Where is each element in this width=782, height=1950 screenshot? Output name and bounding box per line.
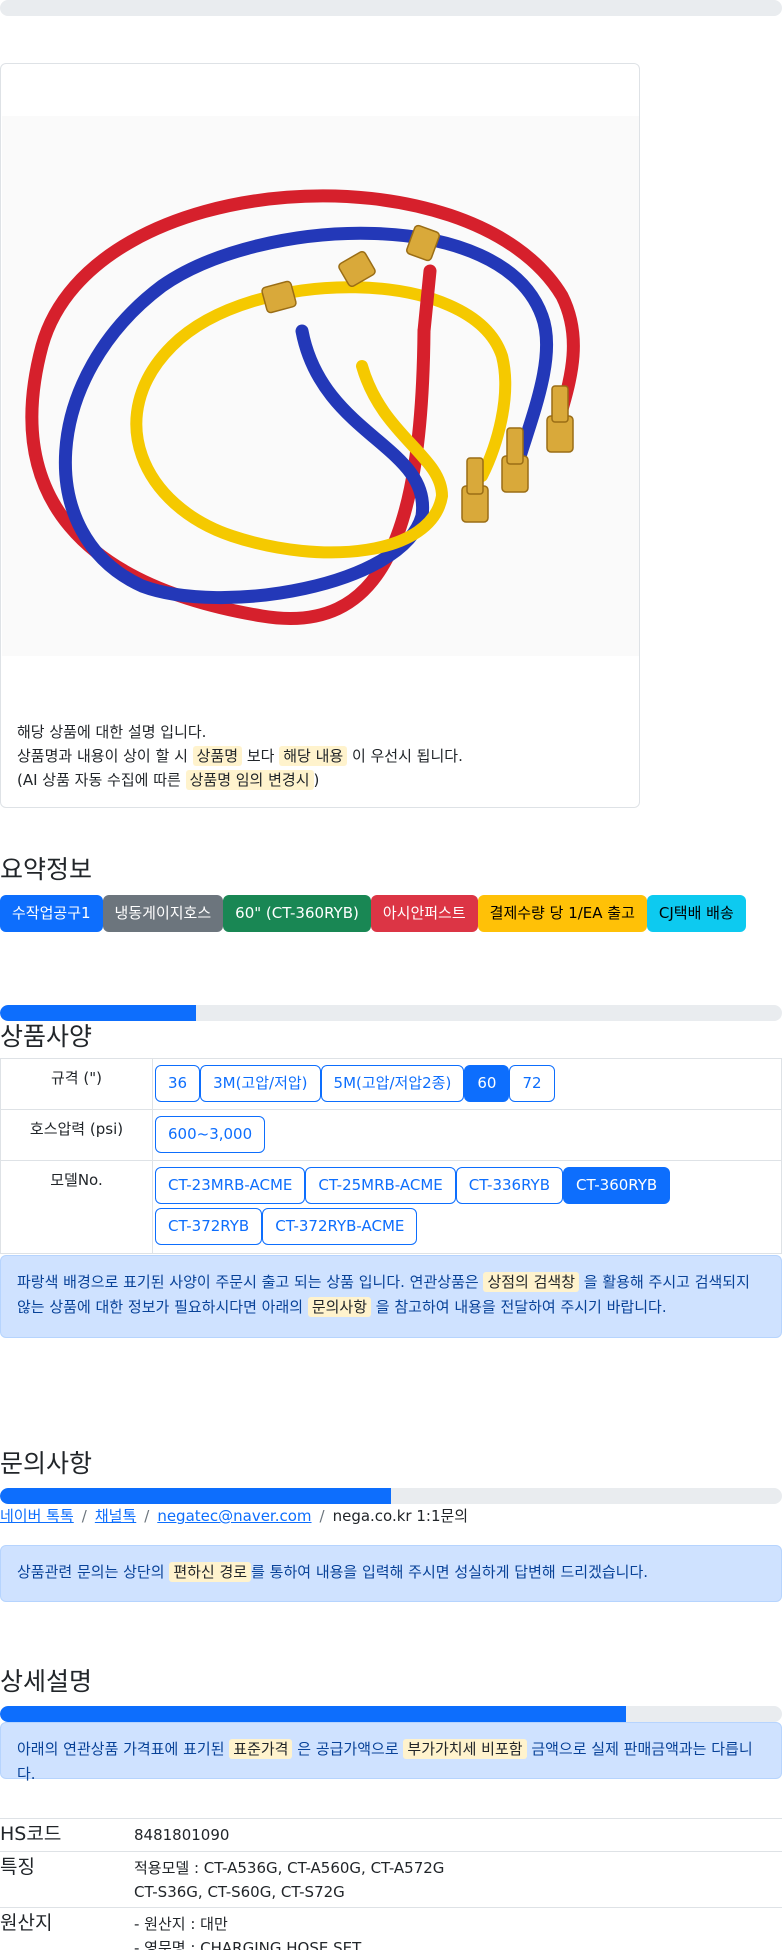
notice-text: 상품관련 문의는 상단의 — [17, 1563, 170, 1581]
detail-value: 적용모델 : CT-A536G, CT-A560G, CT-A572G CT-S3… — [134, 1851, 782, 1908]
summary-title: 요약정보 — [0, 855, 93, 884]
option-button[interactable]: CT-336RYB — [455, 1167, 563, 1204]
option-button-selected[interactable]: CT-360RYB — [563, 1167, 671, 1204]
detail-line: 8481801090 — [134, 1826, 230, 1844]
spec-label: 규격 (") — [0, 1058, 153, 1110]
highlight-inquiry: 문의사항 — [307, 1297, 372, 1317]
charging-hose-image — [25, 189, 580, 625]
notice-text: 은 공급가액으로 — [292, 1740, 404, 1758]
detail-notice: 아래의 연관상품 가격표에 표기된 표준가격 은 공급가액으로 부가가치세 비포… — [0, 1722, 782, 1783]
spec-progress-bar — [0, 1005, 782, 1021]
detail-line: - 영문명 : CHARGING HOSE SET — [134, 1939, 362, 1950]
detail-value: - 원산지 : 대만 - 영문명 : CHARGING HOSE SET — [134, 1907, 782, 1950]
detail-value: 8481801090 — [134, 1818, 782, 1852]
product-card: 해당 상품에 대한 설명 입니다. 상품명과 내용이 상이 할 시 상품명 보다… — [0, 63, 640, 808]
option-button[interactable]: CT-372RYB-ACME — [262, 1208, 418, 1245]
notice-text: 파랑색 배경으로 표기된 사양이 주문시 출고 되는 상품 입니다. 연관상품은 — [17, 1273, 484, 1291]
option-button[interactable]: 72 — [509, 1065, 555, 1102]
tag-spec[interactable]: 60" (CT-360RYB) — [223, 895, 371, 932]
detail-title: 상세설명 — [0, 1667, 93, 1696]
highlight-rename: 상품명 임의 변경시 — [185, 770, 314, 790]
channel-talk-link[interactable]: 채널톡 — [95, 1507, 136, 1525]
highlight-product-name: 상품명 — [192, 746, 243, 766]
spec-notice: 파랑색 배경으로 표기된 사양이 주문시 출고 되는 상품 입니다. 연관상품은… — [0, 1255, 782, 1338]
product-description: 해당 상품에 대한 설명 입니다. 상품명과 내용이 상이 할 시 상품명 보다… — [17, 720, 463, 792]
spec-row-size: 규격 (") 36 3M(고압/저압) 5M(고압/저압2종) 60 72 — [0, 1058, 782, 1110]
progress-fill — [0, 1706, 626, 1722]
spec-title: 상품사양 — [0, 1022, 93, 1051]
top-progress-bar — [0, 0, 782, 16]
detail-key: HS코드 — [0, 1818, 134, 1852]
tag-shipping-qty[interactable]: 결제수량 당 1/EA 출고 — [477, 895, 647, 932]
spec-label: 모델No. — [0, 1160, 153, 1254]
option-button[interactable]: 600~3,000 — [155, 1116, 266, 1153]
description-line-2: 상품명과 내용이 상이 할 시 상품명 보다 해당 내용 이 우선시 됩니다. — [17, 744, 463, 768]
contact-links: 네이버 톡톡 / 채널톡 / negatec@naver.com / nega.co.kr … — [0, 1505, 468, 1526]
separator: / — [144, 1507, 150, 1525]
inquiry-notice: 상품관련 문의는 상단의 편하신 경로 를 통하여 내용을 입력해 주시면 성실하… — [0, 1545, 782, 1602]
notice-text: 을 참고하여 내용을 전달하여 주시기 바랍니다. — [371, 1298, 667, 1316]
option-button[interactable]: 3M(고압/저압) — [200, 1065, 321, 1102]
description-text: 이 우선시 됩니다. — [347, 747, 463, 765]
detail-row-origin: 원산지 - 원산지 : 대만 - 영문명 : CHARGING HOSE SET — [0, 1907, 782, 1950]
product-image — [2, 116, 639, 656]
progress-fill — [0, 1488, 391, 1504]
email-link[interactable]: negatec@naver.com — [157, 1507, 311, 1525]
tag-delivery[interactable]: CJ택배 배송 — [646, 895, 746, 932]
spec-row-model: 모델No. CT-23MRB-ACME CT-25MRB-ACME CT-336… — [0, 1160, 782, 1254]
option-button-selected[interactable]: 60 — [464, 1065, 510, 1102]
detail-key: 특징 — [0, 1851, 134, 1908]
detail-progress-bar — [0, 1706, 782, 1722]
option-button[interactable]: 36 — [155, 1065, 201, 1102]
separator: / — [319, 1507, 325, 1525]
tag-subcategory[interactable]: 냉동게이지호스 — [102, 895, 224, 932]
highlight-route: 편하신 경로 — [169, 1562, 252, 1582]
spec-label: 호스압력 (psi) — [0, 1109, 153, 1161]
highlight-vat: 부가가치세 비포함 — [403, 1739, 527, 1759]
detail-row-features: 특징 적용모델 : CT-A536G, CT-A560G, CT-A572G CT… — [0, 1851, 782, 1908]
notice-text: 를 통하여 내용을 입력해 주시면 성실하게 답변해 드리겠습니다. — [251, 1563, 649, 1581]
detail-line: - 원산지 : 대만 — [134, 1915, 228, 1933]
inquiry-progress-bar — [0, 1488, 782, 1504]
spec-options: CT-23MRB-ACME CT-25MRB-ACME CT-336RYB CT… — [152, 1160, 782, 1254]
tag-brand[interactable]: 아시안퍼스트 — [370, 895, 478, 932]
detail-line: CT-S36G, CT-S60G, CT-S72G — [134, 1883, 345, 1901]
detail-row-hs: HS코드 8481801090 — [0, 1818, 782, 1852]
description-text: (AI 상품 자동 수집에 따른 — [17, 771, 186, 789]
notice-text: 아래의 연관상품 가격표에 표기된 — [17, 1740, 230, 1758]
detail-key: 원산지 — [0, 1907, 134, 1950]
option-button[interactable]: 5M(고압/저압2종) — [320, 1065, 465, 1102]
option-button[interactable]: CT-23MRB-ACME — [155, 1167, 306, 1204]
detail-table: HS코드 8481801090 특징 적용모델 : CT-A536G, CT-A… — [0, 1818, 782, 1950]
spec-options: 600~3,000 — [152, 1109, 782, 1161]
description-line-3: (AI 상품 자동 수집에 따른 상품명 임의 변경시) — [17, 768, 463, 792]
spec-options: 36 3M(고압/저압) 5M(고압/저압2종) 60 72 — [152, 1058, 782, 1110]
spec-table: 규격 (") 36 3M(고압/저압) 5M(고압/저압2종) 60 72 호스… — [0, 1058, 782, 1254]
detail-line: 적용모델 : CT-A536G, CT-A560G, CT-A572G — [134, 1859, 445, 1877]
naver-talk-link[interactable]: 네이버 톡톡 — [0, 1507, 74, 1525]
description-line-1: 해당 상품에 대한 설명 입니다. — [17, 723, 207, 741]
highlight-content: 해당 내용 — [279, 746, 348, 766]
separator: / — [81, 1507, 87, 1525]
description-text: ) — [313, 771, 320, 789]
description-text: 상품명과 내용이 상이 할 시 — [17, 747, 193, 765]
tag-category[interactable]: 수작업공구1 — [0, 895, 103, 932]
site-inquiry: nega.co.kr 1:1문의 — [332, 1507, 469, 1525]
highlight-standard-price: 표준가격 — [229, 1739, 293, 1759]
summary-tags: 수작업공구1 냉동게이지호스 60" (CT-360RYB) 아시안퍼스트 결제… — [0, 895, 746, 932]
option-button[interactable]: CT-372RYB — [155, 1208, 263, 1245]
description-text: 보다 — [242, 747, 280, 765]
spec-row-pressure: 호스압력 (psi) 600~3,000 — [0, 1109, 782, 1161]
highlight-search: 상점의 검색창 — [483, 1272, 580, 1292]
inquiry-title: 문의사항 — [0, 1449, 93, 1478]
option-button[interactable]: CT-25MRB-ACME — [305, 1167, 456, 1204]
